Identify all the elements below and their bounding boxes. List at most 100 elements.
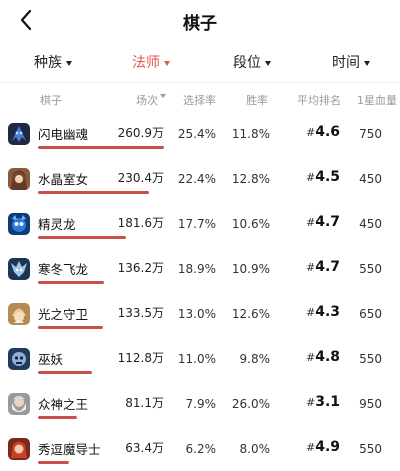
pick-rate: 7.9% xyxy=(185,397,217,411)
header-games[interactable]: 场次 xyxy=(136,92,166,108)
one-star-hp: 550 xyxy=(359,442,382,456)
rank-value: 4.7 xyxy=(315,214,341,230)
avg-rank: #4.6 xyxy=(306,124,340,140)
win-rate: 10.6% xyxy=(231,217,270,231)
avg-rank: #4.7 xyxy=(306,214,340,230)
rank-prefix: # xyxy=(306,171,316,184)
lina-icon xyxy=(8,438,30,460)
pick-rate: 11.0% xyxy=(177,352,216,366)
one-star-hp: 550 xyxy=(359,352,382,366)
caret-down-icon xyxy=(66,60,72,66)
games-bar-fill xyxy=(38,371,93,374)
avg-rank: #4.9 xyxy=(306,439,340,455)
caret-down-icon xyxy=(364,60,370,66)
puck-dragon-icon xyxy=(8,213,30,235)
win-rate: 12.8% xyxy=(231,172,270,186)
pick-rate: 25.4% xyxy=(177,127,216,141)
rank-prefix: # xyxy=(306,306,316,319)
pick-rate: 17.7% xyxy=(177,217,216,231)
win-rate: 10.9% xyxy=(231,262,270,276)
lightning-ghost-icon xyxy=(8,123,30,145)
rank-prefix: # xyxy=(306,126,316,139)
games-bar-fill xyxy=(38,146,164,149)
avg-rank: #3.1 xyxy=(306,394,340,410)
table-row[interactable]: 寒冬飞龙 136.2万 18.9% 10.9% #4.7 550 xyxy=(0,250,400,296)
rank-value: 4.3 xyxy=(315,304,341,320)
one-star-hp: 950 xyxy=(359,397,382,411)
avg-rank: #4.5 xyxy=(306,169,340,185)
rank-prefix: # xyxy=(306,261,316,274)
games-count: 136.2万 xyxy=(117,261,164,275)
rank-value: 4.7 xyxy=(315,259,341,275)
one-star-hp: 750 xyxy=(359,127,382,141)
avg-rank: #4.8 xyxy=(306,349,340,365)
rank-prefix: # xyxy=(306,216,316,229)
rank-value: 3.1 xyxy=(315,394,341,410)
rank-value: 4.9 xyxy=(315,439,341,455)
header-pick-rate[interactable]: 选择率 xyxy=(183,92,216,108)
pick-rate: 13.0% xyxy=(177,307,216,321)
header-piece[interactable]: 棋子 xyxy=(40,92,62,108)
table-row[interactable]: 水晶室女 230.4万 22.4% 12.8% #4.5 450 xyxy=(0,160,400,206)
games-bar xyxy=(38,371,164,374)
rank-prefix: # xyxy=(306,351,316,364)
filter-label: 法师 xyxy=(132,55,160,71)
rank-prefix: # xyxy=(306,396,316,409)
header-one-star-hp[interactable]: 1星血量 xyxy=(357,92,397,108)
win-rate: 8.0% xyxy=(239,442,271,456)
games-count: 181.6万 xyxy=(117,216,164,230)
filter-bar: 种族 法师 段位 时间 xyxy=(0,48,400,76)
page-title: 棋子 xyxy=(183,14,217,34)
filter-time[interactable]: 时间 xyxy=(332,52,370,72)
piece-name: 巫妖 xyxy=(38,352,64,367)
games-bar xyxy=(38,191,164,194)
table-row[interactable]: 秀逗魔导士 63.4万 6.2% 8.0% #4.9 550 xyxy=(0,430,400,471)
piece-name: 众神之王 xyxy=(38,397,89,412)
one-star-hp: 450 xyxy=(359,172,382,186)
crystal-maiden-icon xyxy=(8,168,30,190)
one-star-hp: 450 xyxy=(359,217,382,231)
header-games-label: 场次 xyxy=(136,94,158,107)
games-count: 133.5万 xyxy=(117,306,164,320)
rank-value: 4.6 xyxy=(315,124,341,140)
one-star-hp: 550 xyxy=(359,262,382,276)
table-row[interactable]: 闪电幽魂 260.9万 25.4% 11.8% #4.6 750 xyxy=(0,115,400,161)
games-bar xyxy=(38,326,164,329)
filter-label: 段位 xyxy=(233,55,261,71)
games-bar-fill xyxy=(38,191,150,194)
pick-rate: 18.9% xyxy=(177,262,216,276)
header-win-rate[interactable]: 胜率 xyxy=(246,92,268,108)
filter-tier[interactable]: 段位 xyxy=(233,52,271,72)
games-count: 81.1万 xyxy=(125,396,164,410)
games-bar-fill xyxy=(38,236,126,239)
games-count: 230.4万 xyxy=(117,171,164,185)
keeper-of-light-icon xyxy=(8,303,30,325)
filter-class[interactable]: 法师 xyxy=(132,52,170,72)
piece-name: 闪电幽魂 xyxy=(38,127,89,142)
one-star-hp: 650 xyxy=(359,307,382,321)
piece-name: 寒冬飞龙 xyxy=(38,262,89,277)
table-row[interactable]: 众神之王 81.1万 7.9% 26.0% #3.1 950 xyxy=(0,385,400,431)
games-count: 260.9万 xyxy=(117,126,164,140)
piece-name: 秀逗魔导士 xyxy=(38,442,101,457)
games-bar xyxy=(38,461,164,464)
pick-rate: 22.4% xyxy=(177,172,216,186)
rank-value: 4.5 xyxy=(315,169,341,185)
games-bar-fill xyxy=(38,461,69,464)
games-bar xyxy=(38,146,164,149)
games-bar xyxy=(38,281,164,284)
avg-rank: #4.3 xyxy=(306,304,340,320)
divider xyxy=(0,82,400,83)
win-rate: 12.6% xyxy=(231,307,270,321)
table-row[interactable]: 精灵龙 181.6万 17.7% 10.6% #4.7 450 xyxy=(0,205,400,251)
table-row[interactable]: 光之守卫 133.5万 13.0% 12.6% #4.3 650 xyxy=(0,295,400,341)
header-avg-rank[interactable]: 平均排名 xyxy=(297,92,341,108)
zeus-icon xyxy=(8,393,30,415)
rank-prefix: # xyxy=(306,441,316,454)
games-count: 112.8万 xyxy=(117,351,164,365)
games-count: 63.4万 xyxy=(125,441,164,455)
filter-race[interactable]: 种族 xyxy=(34,52,72,72)
table-row[interactable]: 巫妖 112.8万 11.0% 9.8% #4.8 550 xyxy=(0,340,400,386)
piece-name: 水晶室女 xyxy=(38,172,89,187)
piece-name: 精灵龙 xyxy=(38,217,76,232)
